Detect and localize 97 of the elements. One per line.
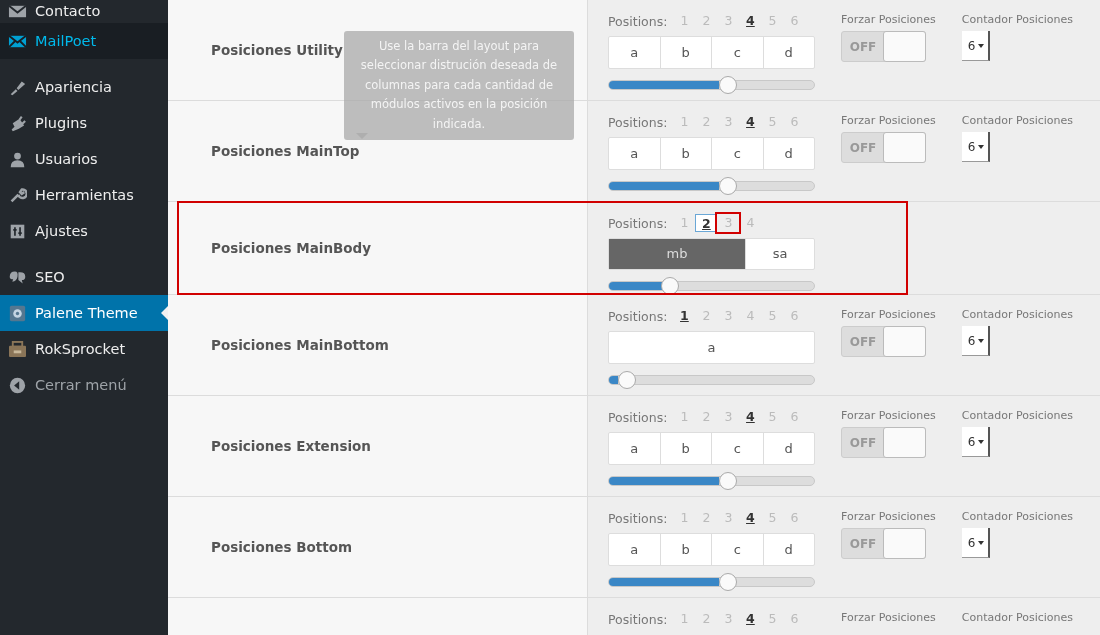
row-title: Posiciones MainTop — [211, 143, 360, 159]
count-dropdown[interactable]: 6 — [961, 31, 990, 61]
toggle-state: OFF — [848, 333, 878, 351]
field-label: Contador Posiciones — [961, 509, 1074, 524]
field-label: Forzar Posiciones — [841, 610, 936, 625]
row-title: Posiciones MainBottom — [211, 337, 389, 353]
caret-icon — [978, 439, 985, 444]
layout-column[interactable]: d — [762, 534, 814, 565]
field-label: Contador Posiciones — [961, 408, 1074, 423]
layout-slider[interactable] — [608, 573, 815, 591]
layout-column[interactable]: b — [659, 37, 711, 68]
count-dropdown[interactable]: 6 — [961, 528, 990, 558]
layout-slider[interactable] — [608, 276, 815, 294]
layout-slider[interactable] — [608, 472, 815, 490]
positions-label: Positions: — [608, 611, 668, 627]
collapse-menu-button[interactable]: Cerrar menú — [0, 367, 168, 403]
positions-label: Positions: — [608, 510, 668, 526]
row-title: Posiciones Utility — [211, 42, 343, 58]
layout-column[interactable]: c — [711, 534, 763, 565]
slider-handle[interactable] — [661, 276, 680, 295]
toggle-state: OFF — [848, 139, 878, 157]
layout-column[interactable]: b — [659, 138, 711, 169]
position-option[interactable]: 4 — [739, 408, 762, 426]
row-title: Posiciones Extension — [211, 438, 371, 454]
menu-item[interactable]: SEO — [0, 259, 168, 295]
layout-column[interactable]: sa — [745, 239, 814, 269]
caret-icon — [978, 338, 985, 343]
field-label: Forzar Posiciones — [841, 307, 936, 322]
caret-icon — [978, 144, 985, 149]
menu-item[interactable]: Usuarios — [0, 141, 168, 177]
field-label: Contador Posiciones — [961, 610, 1074, 625]
menu-item[interactable]: Apariencia — [0, 69, 168, 105]
field-label: Forzar Posiciones — [841, 408, 936, 423]
row-title: Posiciones MainBody — [211, 240, 372, 256]
menu-item[interactable]: Plugins — [0, 105, 168, 141]
slider-handle[interactable] — [719, 76, 738, 94]
positions-label: Positions: — [608, 409, 668, 425]
count-dropdown[interactable]: 6 — [961, 427, 990, 457]
briefcase-icon — [8, 340, 27, 358]
menu-item[interactable]: Ajustes — [0, 213, 168, 249]
layout-column[interactable]: a — [609, 138, 660, 169]
count-dropdown[interactable]: 6 — [961, 132, 990, 162]
layout-column[interactable]: mb — [609, 239, 745, 269]
layout-column[interactable]: d — [762, 433, 814, 464]
tooltip-pointer-icon — [356, 133, 368, 139]
field-label: Forzar Posiciones — [841, 12, 936, 27]
position-option[interactable]: 4 — [739, 113, 762, 131]
layout-column[interactable]: b — [659, 534, 711, 565]
position-option[interactable]: 2 — [695, 214, 718, 232]
layout-column[interactable]: c — [711, 138, 763, 169]
positions-label: Positions: — [608, 13, 668, 29]
menu-item[interactable]: MailPoet — [0, 23, 168, 59]
layout-column[interactable]: a — [609, 534, 660, 565]
positions-label: Positions: — [608, 308, 668, 324]
position-option[interactable]: 4 — [739, 12, 762, 30]
positions-label: Positions: — [608, 215, 668, 231]
toggle-state: OFF — [848, 38, 878, 56]
layout-column[interactable]: a — [609, 332, 814, 363]
field-label: Contador Posiciones — [961, 113, 1074, 128]
caret-icon — [978, 43, 985, 48]
layout-column[interactable]: b — [659, 433, 711, 464]
toggle-state: OFF — [848, 434, 878, 452]
field-label: Contador Posiciones — [961, 307, 1074, 322]
count-dropdown[interactable]: 6 — [961, 326, 990, 356]
menu-item[interactable]: Palene Theme — [0, 295, 168, 331]
position-option[interactable]: 4 — [739, 509, 762, 527]
slider-handle[interactable] — [719, 177, 738, 195]
envelope-icon — [8, 32, 27, 50]
position-option[interactable]: 1 — [673, 307, 696, 325]
layout-column[interactable]: d — [762, 138, 814, 169]
collapse-icon — [8, 376, 27, 394]
layout-column[interactable]: c — [711, 433, 763, 464]
menu-item[interactable]: RokSprocket — [0, 331, 168, 367]
slider-handle[interactable] — [719, 573, 738, 591]
layout-column[interactable]: a — [609, 433, 660, 464]
sliders-icon — [8, 222, 27, 240]
caret-icon — [978, 540, 985, 545]
menu-item[interactable]: Herramientas — [0, 177, 168, 213]
layout-slider[interactable] — [608, 371, 815, 389]
position-option[interactable]: 4 — [739, 610, 762, 628]
slider-handle[interactable] — [617, 371, 636, 389]
layout-column[interactable]: c — [711, 37, 763, 68]
gear-icon — [8, 304, 27, 322]
layout-column[interactable]: a — [609, 37, 660, 68]
field-label: Contador Posiciones — [961, 12, 1074, 27]
row-title: Posiciones Bottom — [211, 539, 353, 555]
person-icon — [8, 150, 27, 168]
wrench-icon — [8, 186, 27, 204]
layout-column[interactable]: d — [762, 37, 814, 68]
toggle-state: OFF — [848, 535, 878, 553]
field-label: Forzar Posiciones — [841, 113, 936, 128]
slider-handle[interactable] — [719, 472, 738, 490]
positions-label: Positions: — [608, 114, 668, 130]
layout-slider[interactable] — [608, 177, 815, 195]
menu-item[interactable]: Contacto — [0, 0, 168, 23]
field-label: Forzar Posiciones — [841, 509, 936, 524]
layout-slider[interactable] — [608, 76, 815, 94]
